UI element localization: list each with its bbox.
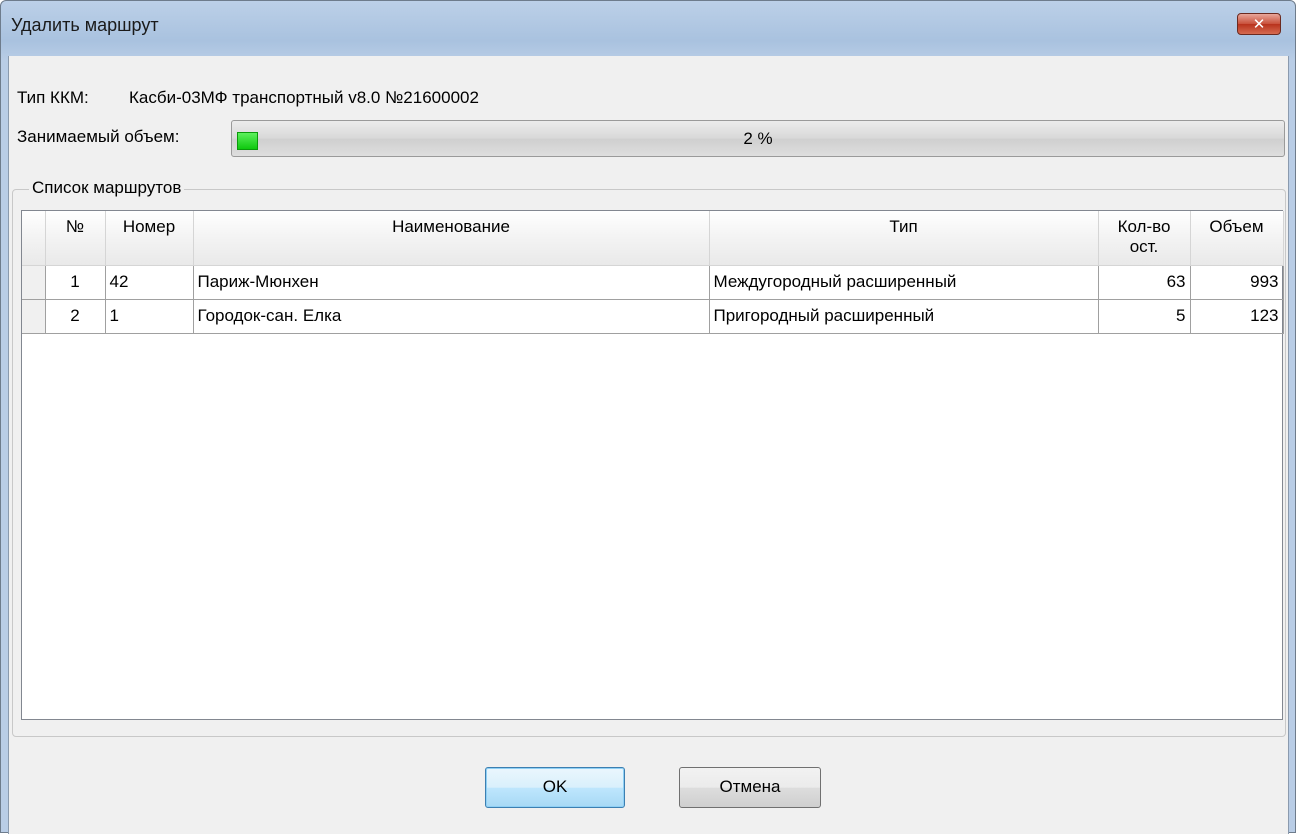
close-icon: ✕ <box>1252 16 1266 33</box>
table-header-row: № Номер Наименование Тип Кол-во ост. Объе… <box>22 211 1284 266</box>
ok-button[interactable]: OK <box>485 767 625 808</box>
cancel-button[interactable]: Отмена <box>679 767 821 808</box>
window-title: Удалить маршрут <box>11 15 159 35</box>
cell-volume: 123 <box>1190 299 1284 334</box>
volume-progress-bar: 2 % <box>231 120 1285 157</box>
cell-n: 2 <box>45 299 106 334</box>
cell-number: 1 <box>105 299 194 334</box>
cell-type: Пригородный расширенный <box>709 299 1099 334</box>
cell-name: Париж-Мюнхен <box>193 265 710 300</box>
header-indicator <box>22 211 46 266</box>
row-indicator[interactable] <box>22 299 46 334</box>
cell-volume: 993 <box>1190 265 1284 300</box>
header-n[interactable]: № <box>45 211 106 266</box>
kkm-type-value: Касби-03МФ транспортный v8.0 №21600002 <box>129 88 479 107</box>
cell-name: Городок-сан. Елка <box>193 299 710 334</box>
close-button[interactable]: ✕ <box>1237 13 1281 35</box>
row-indicator[interactable] <box>22 265 46 300</box>
volume-percent-text: 2 % <box>743 129 773 148</box>
cell-number: 42 <box>105 265 194 300</box>
routes-grid: № Номер Наименование Тип Кол-во ост. Объе… <box>22 211 1284 334</box>
table-row[interactable]: 2 1 Городок-сан. Елка Пригородный расшир… <box>22 299 1284 334</box>
header-name[interactable]: Наименование <box>193 211 710 266</box>
table-row[interactable]: 1 42 Париж-Мюнхен Междугородный расширен… <box>22 265 1284 300</box>
header-stops-line2: ост. <box>1129 237 1159 256</box>
dialog-client-area: Тип ККМ: Касби-03МФ транспортный v8.0 №21… <box>8 56 1289 834</box>
cell-n: 1 <box>45 265 106 300</box>
header-number[interactable]: Номер <box>105 211 194 266</box>
volume-label: Занимаемый объем: <box>17 127 180 146</box>
kkm-type-label: Тип ККМ: <box>17 88 89 107</box>
title-bar[interactable]: Удалить маршрут ✕ <box>1 1 1295 53</box>
kkm-type-row: Тип ККМ: Касби-03МФ транспортный v8.0 №21… <box>17 88 479 108</box>
routes-table[interactable]: № Номер Наименование Тип Кол-во ост. Объе… <box>21 210 1284 720</box>
cell-type: Междугородный расширенный <box>709 265 1099 300</box>
header-volume[interactable]: Объем <box>1190 211 1284 266</box>
header-type[interactable]: Тип <box>709 211 1099 266</box>
cell-stops: 63 <box>1098 265 1191 300</box>
cell-stops: 5 <box>1098 299 1191 334</box>
routes-group-legend: Список маршрутов <box>29 178 185 198</box>
header-stops-line1: Кол-во <box>1117 217 1171 236</box>
delete-route-dialog: Удалить маршрут ✕ Тип ККМ: Касби-03МФ тра… <box>0 0 1296 834</box>
header-stops[interactable]: Кол-во ост. <box>1098 211 1191 266</box>
